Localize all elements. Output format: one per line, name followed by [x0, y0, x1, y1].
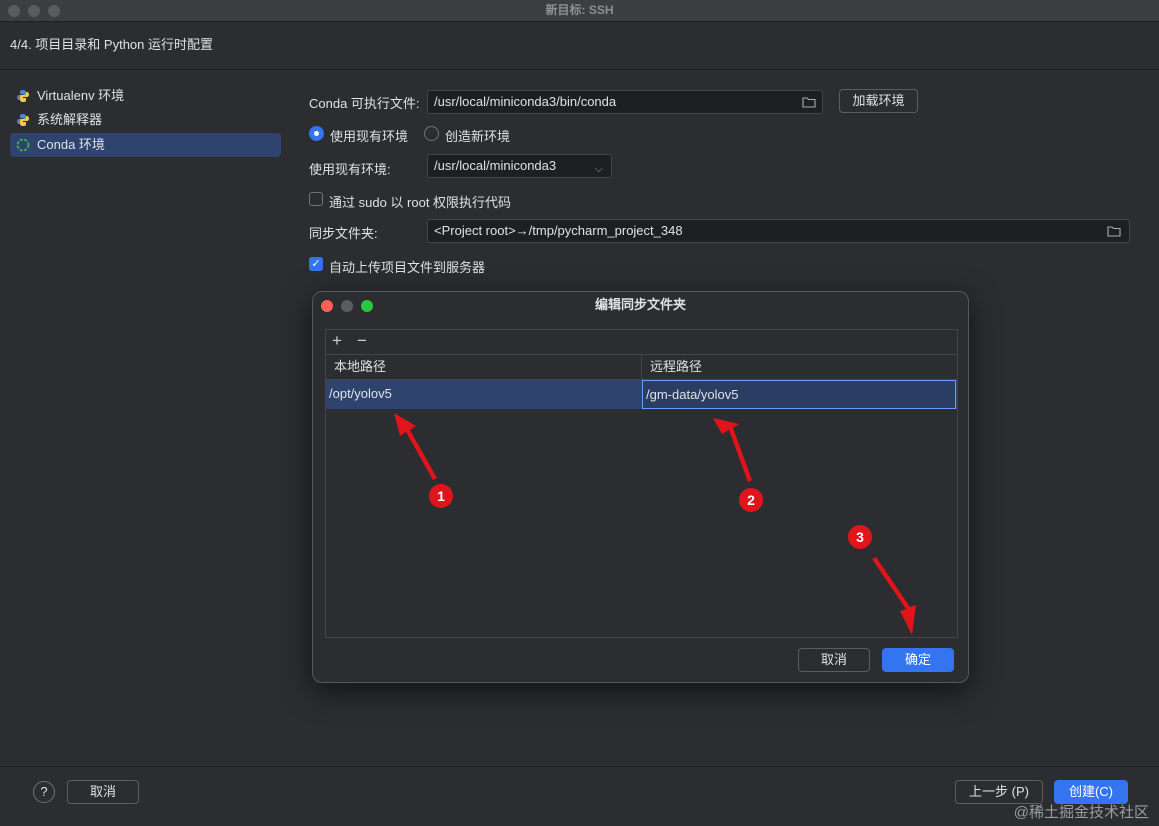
annotation-badge: 1	[429, 484, 453, 508]
auto-upload-label: 自动上传项目文件到服务器	[329, 260, 486, 275]
annotation-badge: 3	[848, 525, 872, 549]
dialog-title: 编辑同步文件夹	[594, 297, 686, 312]
sync-folders-field[interactable]: <Project root>→/tmp/pycharm_project_348	[427, 219, 1130, 243]
use-existing-env-label: 使用现有环境	[330, 129, 409, 144]
sidebar-item-system-interpreter[interactable]: 系统解释器	[10, 108, 281, 132]
edit-sync-folders-dialog: 编辑同步文件夹 + − 本地路径 远程路径 /opt/yolov5 /gm-da…	[312, 291, 969, 683]
conda-executable-value: /usr/local/miniconda3/bin/conda	[434, 94, 617, 109]
conda-executable-field[interactable]: /usr/local/miniconda3/bin/conda	[427, 90, 823, 114]
watermark: @稀土掘金技术社区	[1013, 804, 1149, 821]
zoom-window-button[interactable]	[48, 5, 60, 17]
python-icon	[17, 114, 29, 126]
folder-icon[interactable]	[802, 96, 816, 108]
existing-env-select[interactable]: /usr/local/miniconda3 ⌵	[427, 154, 612, 178]
python-icon	[17, 90, 29, 102]
sudo-label: 通过 sudo 以 root 权限执行代码	[329, 195, 512, 210]
conda-executable-label: Conda 可执行文件:	[309, 96, 420, 111]
window-titlebar: 新目标: SSH	[0, 0, 1159, 22]
sync-folders-table: 本地路径 远程路径 /opt/yolov5 /gm-data/yolov5	[325, 354, 958, 638]
auto-upload-checkbox[interactable]: ✓	[309, 257, 323, 271]
column-header-remote-path[interactable]: 远程路径	[642, 355, 957, 380]
column-header-local-path[interactable]: 本地路径	[326, 355, 642, 380]
existing-env-value: /usr/local/miniconda3	[434, 158, 557, 173]
sidebar-item-label: Conda 环境	[37, 137, 105, 152]
existing-env-label: 使用现有环境:	[309, 162, 391, 177]
remote-path-cell[interactable]: /gm-data/yolov5	[642, 380, 956, 409]
sync-folders-label: 同步文件夹:	[309, 226, 378, 241]
conda-icon	[16, 138, 30, 152]
dialog-toolbar: + −	[325, 329, 958, 354]
sidebar-item-virtualenv[interactable]: Virtualenv 环境	[10, 84, 281, 108]
help-button[interactable]: ?	[33, 781, 55, 803]
close-window-button[interactable]	[8, 5, 20, 17]
chevron-down-icon: ⌵	[594, 163, 603, 175]
sidebar-item-conda[interactable]: Conda 环境	[10, 133, 281, 157]
local-path-cell[interactable]: /opt/yolov5	[326, 380, 642, 409]
sidebar-item-label: 系统解释器	[37, 112, 103, 127]
use-existing-env-radio[interactable]	[309, 126, 324, 141]
cancel-button[interactable]: 取消	[67, 780, 139, 804]
dialog-ok-button[interactable]: 确定	[882, 648, 954, 672]
table-row[interactable]: /opt/yolov5 /gm-data/yolov5	[326, 380, 957, 409]
interpreter-type-sidebar: Virtualenv 环境 系统解释器 Conda 环境	[0, 71, 290, 766]
folder-icon[interactable]	[1107, 225, 1121, 237]
create-new-env-label: 创造新环境	[445, 129, 511, 144]
window-title: 新目标: SSH	[545, 3, 614, 17]
sync-folders-value: <Project root>→/tmp/pycharm_project_348	[434, 223, 683, 238]
add-icon[interactable]: +	[332, 331, 342, 351]
dialog-cancel-button[interactable]: 取消	[798, 648, 870, 672]
wizard-footer: ? 取消 上一步 (P) 创建(C)	[0, 766, 1159, 826]
sidebar-item-label: Virtualenv 环境	[37, 88, 125, 103]
create-new-env-radio[interactable]	[424, 126, 439, 141]
annotation-badge: 2	[739, 488, 763, 512]
remove-icon[interactable]: −	[357, 331, 367, 351]
sudo-checkbox[interactable]	[309, 192, 323, 206]
load-environments-button[interactable]: 加载环境	[839, 89, 918, 113]
step-title: 4/4. 项目目录和 Python 运行时配置	[0, 22, 1159, 70]
minimize-window-button[interactable]	[28, 5, 40, 17]
